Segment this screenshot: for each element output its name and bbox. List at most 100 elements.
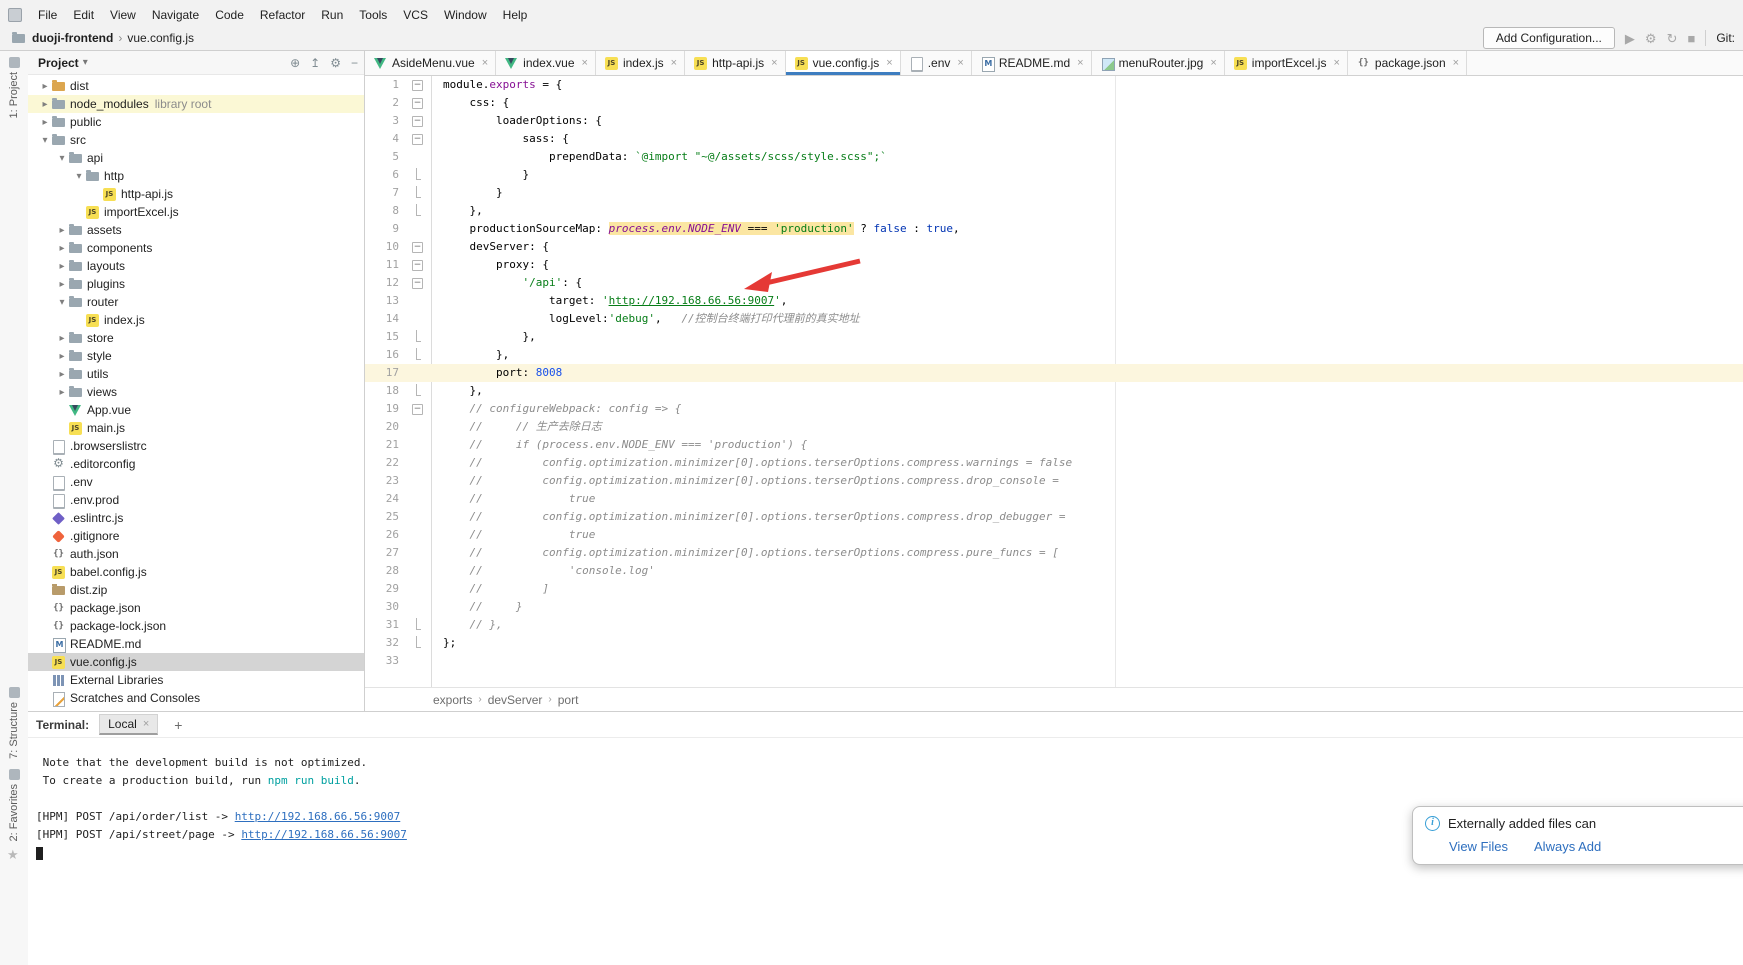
code-line-14[interactable]: 14 logLevel:'debug', //控制台终端打印代理前的真实地址 (365, 310, 1743, 328)
tree-item-http[interactable]: ▾http (28, 167, 364, 185)
code-line-25[interactable]: 25 // config.optimization.minimizer[0].o… (365, 508, 1743, 526)
editor-tab-readme-md[interactable]: README.md× (972, 51, 1092, 75)
chevron-down-icon[interactable]: ▾ (72, 171, 86, 182)
fold-end-icon[interactable] (405, 616, 431, 634)
menu-run[interactable]: Run (313, 6, 351, 24)
menu-navigate[interactable]: Navigate (144, 6, 207, 24)
tree-item-node-modules[interactable]: ▸node_moduleslibrary root (28, 95, 364, 113)
tree-item-vue-config-js[interactable]: vue.config.js (28, 653, 364, 671)
tree-item-public[interactable]: ▸public (28, 113, 364, 131)
fold-end-icon[interactable] (405, 346, 431, 364)
fold-end-icon[interactable] (405, 166, 431, 184)
tab-close-icon[interactable]: × (771, 57, 777, 69)
tree-item-utils[interactable]: ▸utils (28, 365, 364, 383)
tree-item-external-libraries[interactable]: External Libraries (28, 671, 364, 689)
chevron-right-icon[interactable]: ▸ (55, 351, 69, 362)
code-line-30[interactable]: 30 // } (365, 598, 1743, 616)
tab-close-icon[interactable]: × (957, 57, 963, 69)
code-line-11[interactable]: 11 proxy: { (365, 256, 1743, 274)
chevron-right-icon[interactable]: ▸ (55, 369, 69, 380)
tree-item-importexcel-js[interactable]: importExcel.js (28, 203, 364, 221)
code-line-23[interactable]: 23 // config.optimization.minimizer[0].o… (365, 472, 1743, 490)
menu-file[interactable]: File (30, 6, 65, 24)
code-line-20[interactable]: 20 // // 生产去除日志 (365, 418, 1743, 436)
chevron-down-icon[interactable]: ▾ (55, 297, 69, 308)
tree-item-dist-zip[interactable]: dist.zip (28, 581, 364, 599)
fold-start-icon[interactable] (405, 238, 431, 256)
fold-end-icon[interactable] (405, 184, 431, 202)
editor-tab-menurouter-jpg[interactable]: menuRouter.jpg× (1092, 51, 1225, 75)
notification-action-view-files[interactable]: View Files (1449, 839, 1508, 854)
code-line-16[interactable]: 16 }, (365, 346, 1743, 364)
chevron-right-icon[interactable]: ▸ (38, 117, 52, 128)
breadcrumb-item-exports[interactable]: exports (433, 693, 472, 707)
project-view-caret-icon[interactable]: ▾ (83, 57, 88, 68)
code-line-15[interactable]: 15 }, (365, 328, 1743, 346)
fold-start-icon[interactable] (405, 274, 431, 292)
tree-item-dist[interactable]: ▸dist (28, 77, 364, 95)
code-line-32[interactable]: 32}; (365, 634, 1743, 652)
favorites-star-icon[interactable]: ★ (7, 847, 19, 863)
tree-item-main-js[interactable]: main.js (28, 419, 364, 437)
code-line-18[interactable]: 18 }, (365, 382, 1743, 400)
tree-item-env-prod[interactable]: .env.prod (28, 491, 364, 509)
tab-close-icon[interactable]: × (886, 57, 892, 69)
tree-item-scratches-and-consoles[interactable]: Scratches and Consoles (28, 689, 364, 707)
menu-tools[interactable]: Tools (351, 6, 395, 24)
locate-file-icon[interactable]: ⊕ (290, 56, 300, 70)
git-widget-label[interactable]: Git: (1716, 31, 1735, 45)
fold-start-icon[interactable] (405, 112, 431, 130)
tab-close-icon[interactable]: × (1333, 57, 1339, 69)
fold-start-icon[interactable] (405, 256, 431, 274)
tool-stripe-structure-button[interactable]: 7: Structure (0, 687, 28, 759)
tree-item-gitignore[interactable]: .gitignore (28, 527, 364, 545)
code-line-17[interactable]: 17 port: 8008 (365, 364, 1743, 382)
breadcrumb-item-port[interactable]: port (558, 693, 579, 707)
chevron-right-icon[interactable]: ▸ (38, 99, 52, 110)
terminal-title[interactable]: Terminal: (36, 718, 89, 732)
menu-window[interactable]: Window (436, 6, 495, 24)
code-line-3[interactable]: 3 loaderOptions: { (365, 112, 1743, 130)
tree-item-src[interactable]: ▾src (28, 131, 364, 149)
tab-close-icon[interactable]: × (1077, 57, 1083, 69)
fold-start-icon[interactable] (405, 130, 431, 148)
fold-end-icon[interactable] (405, 382, 431, 400)
breadcrumb-item-devserver[interactable]: devServer (488, 693, 543, 707)
tree-item-eslintrc-js[interactable]: .eslintrc.js (28, 509, 364, 527)
menu-edit[interactable]: Edit (65, 6, 102, 24)
tree-item-babel-config-js[interactable]: babel.config.js (28, 563, 364, 581)
collapse-all-icon[interactable]: ↥ (310, 56, 320, 70)
code-line-28[interactable]: 28 // 'console.log' (365, 562, 1743, 580)
fold-end-icon[interactable] (405, 634, 431, 652)
tool-stripe-favorites-button[interactable]: 2: Favorites (0, 769, 28, 841)
chevron-down-icon[interactable]: ▾ (55, 153, 69, 164)
code-line-26[interactable]: 26 // true (365, 526, 1743, 544)
chevron-right-icon[interactable]: ▸ (55, 261, 69, 272)
tree-item-package-lock-json[interactable]: package-lock.json (28, 617, 364, 635)
tree-item-browserslistrc[interactable]: .browserslistrc (28, 437, 364, 455)
chevron-right-icon[interactable]: ▸ (55, 243, 69, 254)
tree-item-auth-json[interactable]: auth.json (28, 545, 364, 563)
tab-close-icon[interactable]: × (1453, 57, 1459, 69)
code-line-29[interactable]: 29 // ] (365, 580, 1743, 598)
code-line-31[interactable]: 31 // }, (365, 616, 1743, 634)
tree-item-editorconfig[interactable]: .editorconfig (28, 455, 364, 473)
tree-item-http-api-js[interactable]: http-api.js (28, 185, 364, 203)
code-line-12[interactable]: 12 '/api': { (365, 274, 1743, 292)
code-line-2[interactable]: 2 css: { (365, 94, 1743, 112)
breadcrumb-file[interactable]: vue.config.js (127, 31, 194, 45)
code-viewport[interactable]: 1module.exports = {2 css: {3 loaderOptio… (365, 76, 1743, 687)
menu-help[interactable]: Help (495, 6, 536, 24)
code-line-4[interactable]: 4 sass: { (365, 130, 1743, 148)
stop-icon[interactable]: ■ (1687, 32, 1695, 45)
hide-panel-icon[interactable]: − (351, 56, 358, 70)
editor-tab-http-api-js[interactable]: http-api.js× (685, 51, 785, 75)
tree-item-plugins[interactable]: ▸plugins (28, 275, 364, 293)
chevron-right-icon[interactable]: ▸ (55, 387, 69, 398)
code-line-22[interactable]: 22 // config.optimization.minimizer[0].o… (365, 454, 1743, 472)
menu-refactor[interactable]: Refactor (252, 6, 313, 24)
chevron-right-icon[interactable]: ▸ (38, 81, 52, 92)
tab-close-icon[interactable]: × (482, 57, 488, 69)
code-line-33[interactable]: 33 (365, 652, 1743, 670)
notification-action-always-add[interactable]: Always Add (1534, 839, 1601, 854)
